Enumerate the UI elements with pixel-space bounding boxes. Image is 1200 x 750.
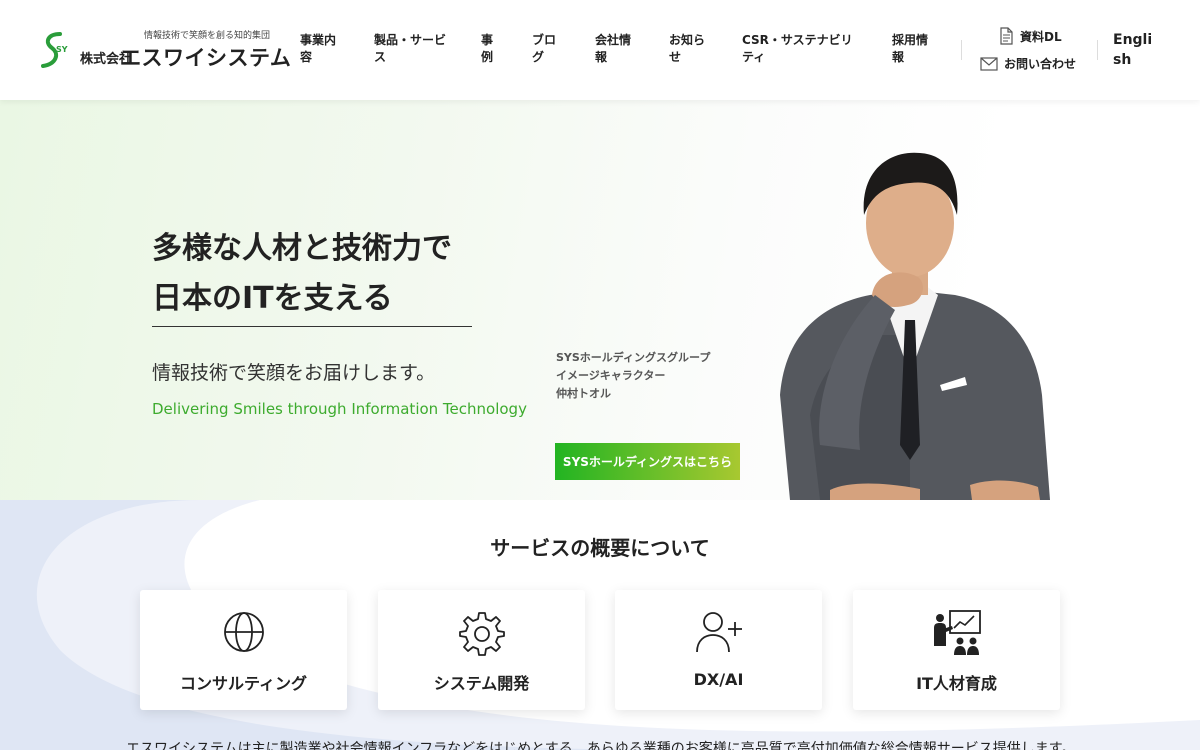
nav-item-news[interactable]: お知らせ: [669, 32, 709, 66]
service-card-label: DX/AI: [693, 670, 744, 689]
user-plus-icon: [695, 612, 742, 653]
mail-icon: [980, 56, 998, 71]
caption-line: SYSホールディングスグループ: [556, 351, 711, 364]
image-character-caption: SYSホールディングスグループ イメージキャラクター 仲村トオル: [556, 349, 710, 403]
nav-item-cases[interactable]: 事例: [481, 32, 495, 66]
nav-item-recruit[interactable]: 採用情報: [892, 32, 932, 66]
logo-mark-text: SYS: [56, 45, 68, 54]
hero-title-line: 多様な人材と技術力で: [152, 231, 452, 266]
hero-lead: 情報技術で笑顔をお届けします。: [152, 362, 436, 384]
download-label: 資料DL: [1020, 29, 1062, 44]
nav-item-company[interactable]: 会社情報: [595, 32, 635, 66]
nav-item-blog[interactable]: ブログ: [532, 32, 558, 66]
hero-section: 多様な人材と技術力で 日本のITを支える 情報技術で笑顔をお届けします。 Del…: [0, 100, 1200, 500]
company-logo[interactable]: SYS 情報技術で笑顔を創る知的集団 株式会社 エスワイシステム: [40, 28, 291, 72]
contact-link[interactable]: お問い合わせ: [980, 55, 1076, 72]
hero-english-lead: Delivering Smiles through Information Te…: [152, 400, 527, 418]
services-section: サービスの概要について コンサルティング システム開発 DX/AI IT人材育成…: [0, 500, 1200, 750]
character-portrait: [780, 152, 1050, 500]
service-card-dx-ai[interactable]: DX/AI: [615, 590, 822, 710]
logo-company-name: エスワイシステム: [120, 46, 292, 70]
caption-line: イメージキャラクター: [556, 369, 666, 382]
service-card-label: システム開発: [433, 674, 530, 693]
service-card-system-development[interactable]: システム開発: [378, 590, 585, 710]
services-intro-text: エスワイシステムは主に製造業や社会情報インフラなどをはじめとする、あらゆる業種の…: [126, 741, 1076, 750]
globe-icon: [223, 612, 264, 652]
sys-logo-icon: SYS: [41, 32, 68, 68]
hero-title: 多様な人材と技術力で 日本のITを支える: [152, 224, 452, 324]
hero-divider: [152, 326, 472, 327]
service-card-consulting[interactable]: コンサルティング: [140, 590, 347, 710]
site-header: SYS 情報技術で笑顔を創る知的集団 株式会社 エスワイシステム 事業内容 製品…: [0, 0, 1200, 100]
hero-title-line: 日本のITを支える: [152, 281, 393, 316]
nav-item-business[interactable]: 事業内容: [300, 32, 340, 66]
service-card-it-training[interactable]: IT人材育成: [853, 590, 1060, 710]
nav-item-products[interactable]: 製品・サービス: [374, 32, 450, 66]
header-divider: [1097, 40, 1098, 60]
header-divider: [961, 40, 962, 60]
gear-icon: [458, 612, 505, 656]
presentation-icon: [933, 610, 981, 655]
service-card-label: IT人材育成: [916, 674, 997, 693]
english-link[interactable]: English: [1113, 30, 1159, 70]
contact-label: お問い合わせ: [1004, 57, 1077, 71]
caption-line: 仲村トオル: [556, 387, 611, 400]
sys-holdings-button[interactable]: SYSホールディングスはこちら: [555, 443, 740, 480]
logo-tagline: 情報技術で笑顔を創る知的集団: [144, 31, 271, 41]
service-card-label: コンサルティング: [179, 674, 308, 693]
nav-item-csr[interactable]: CSR・サステナビリティ: [742, 32, 854, 66]
download-link[interactable]: 資料DL: [998, 27, 1062, 45]
services-title: サービスの概要について: [490, 536, 710, 560]
document-icon: [1000, 27, 1013, 45]
